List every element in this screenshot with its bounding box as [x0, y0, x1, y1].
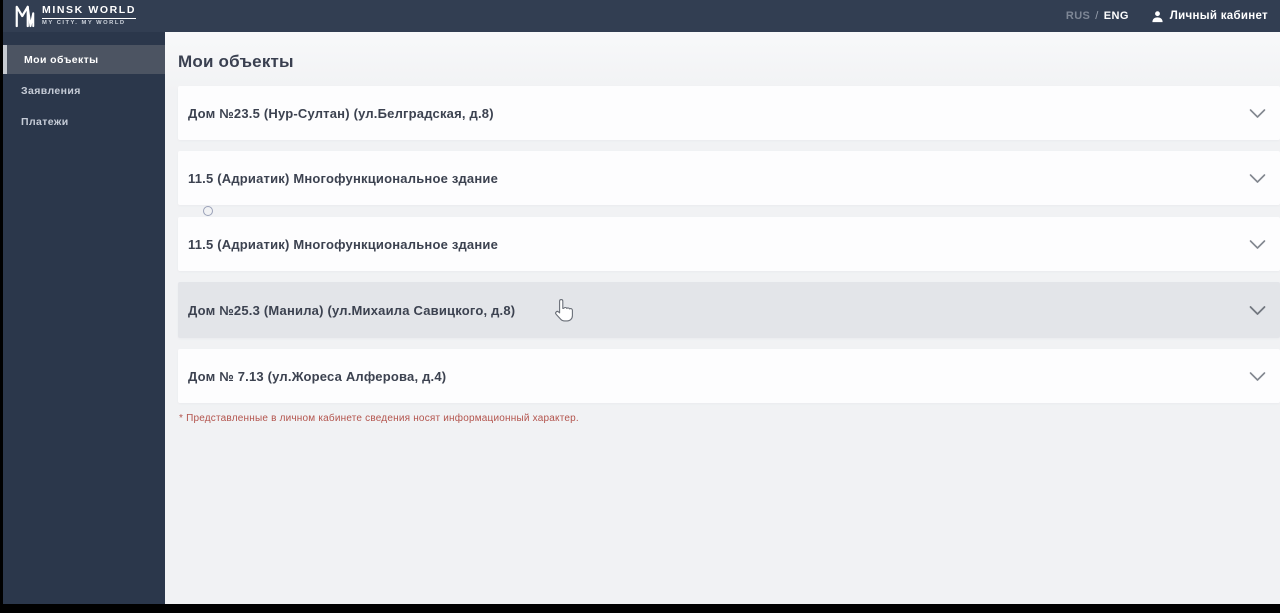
sidebar-item-payments[interactable]: Платежи	[0, 108, 165, 136]
bottom-letterbox-bar	[0, 604, 1280, 613]
minsk-world-cabinet-page: MINSK WORLD MY CITY. MY WORLD RUS / ENG …	[0, 0, 1280, 613]
chevron-down-icon[interactable]	[1249, 305, 1266, 316]
object-accordion-row[interactable]: 11.5 (Адриатик) Многофункциональное здан…	[178, 217, 1280, 271]
sidebar-item-label: Платежи	[21, 116, 69, 128]
object-accordion-row[interactable]: 11.5 (Адриатик) Многофункциональное здан…	[178, 151, 1280, 205]
header-right-group: RUS / ENG Личный кабинет	[1066, 10, 1268, 23]
logo-wordmark: MINSK WORLD MY CITY. MY WORLD	[42, 5, 137, 26]
chevron-down-icon[interactable]	[1249, 239, 1266, 250]
language-switcher: RUS / ENG	[1066, 10, 1129, 22]
loading-spinner-icon	[203, 206, 213, 216]
minsk-world-logo[interactable]: MINSK WORLD MY CITY. MY WORLD	[14, 4, 137, 28]
logo-subtitle: MY CITY. MY WORLD	[42, 19, 126, 26]
page-title: Мои объекты	[178, 52, 294, 71]
chevron-down-icon[interactable]	[1249, 173, 1266, 184]
lang-eng-link[interactable]: ENG	[1104, 10, 1129, 22]
lang-separator: /	[1095, 10, 1099, 22]
main-content: Мои объекты Дом №23.5 (Нур-Султан) (ул.Б…	[165, 32, 1280, 604]
object-label: 11.5 (Адриатик) Многофункциональное здан…	[188, 236, 499, 252]
object-label: 11.5 (Адриатик) Многофункциональное здан…	[188, 170, 499, 186]
info-footnote: * Представленные в личном кабинете сведе…	[179, 413, 579, 424]
object-accordion-row[interactable]: Дом №23.5 (Нур-Султан) (ул.Белградская, …	[178, 86, 1280, 140]
object-accordion-row[interactable]: Дом № 7.13 (ул.Жореса Алферова, д.4)	[178, 349, 1280, 403]
sidebar-item-applications[interactable]: Заявления	[0, 77, 165, 105]
mw-monogram-icon	[15, 5, 35, 28]
object-label: Дом №25.3 (Манила) (ул.Михаила Савицкого…	[188, 302, 516, 318]
user-icon	[1152, 10, 1163, 22]
chevron-down-icon[interactable]	[1249, 371, 1266, 382]
sidebar-item-label: Мои объекты	[24, 53, 99, 66]
account-label: Личный кабинет	[1169, 10, 1268, 22]
object-accordion-row-hovered[interactable]: Дом №25.3 (Манила) (ул.Михаила Савицкого…	[178, 282, 1280, 338]
sidebar-item-my-objects[interactable]: Мои объекты	[0, 45, 165, 74]
object-label: Дом № 7.13 (ул.Жореса Алферова, д.4)	[188, 368, 447, 384]
lang-rus-link[interactable]: RUS	[1066, 10, 1090, 22]
sidebar-item-label: Заявления	[21, 85, 81, 97]
chevron-down-icon[interactable]	[1249, 108, 1266, 119]
object-label: Дом №23.5 (Нур-Султан) (ул.Белградская, …	[188, 105, 494, 121]
sidebar-nav: Мои объекты Заявления Платежи	[0, 32, 165, 604]
account-menu[interactable]: Личный кабинет	[1151, 10, 1268, 23]
top-header: MINSK WORLD MY CITY. MY WORLD RUS / ENG …	[0, 0, 1280, 32]
left-letterbox-edge	[0, 0, 3, 613]
logo-title: MINSK WORLD	[42, 5, 137, 19]
